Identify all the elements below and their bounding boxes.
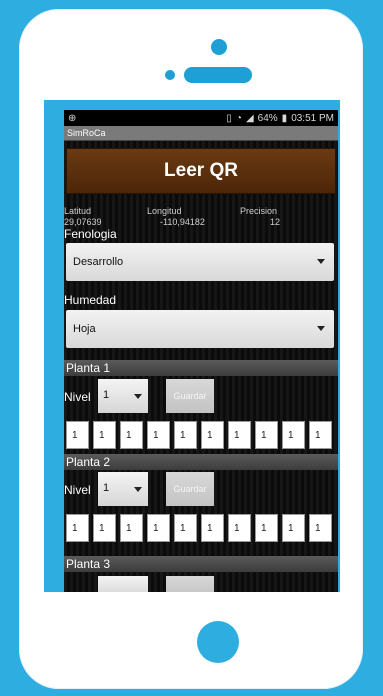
planta-2-nivel-value: 1 (103, 482, 110, 494)
planta-1-nivel-select[interactable]: 1 (98, 379, 148, 413)
fenologia-label: Fenologia (64, 227, 117, 241)
planta-1-value-input[interactable]: 1 (174, 421, 197, 449)
planta-2-value-input[interactable]: 1 (228, 514, 251, 542)
gps-icon: ⊕ (68, 112, 77, 124)
planta-1-save-button[interactable]: Guardar (166, 379, 214, 413)
dropdown-arrow-icon (134, 394, 142, 399)
planta-2-value-input[interactable]: 1 (66, 514, 89, 542)
planta-3-save-button[interactable] (166, 576, 214, 592)
planta-3-nivel-select[interactable] (98, 576, 148, 592)
planta-1-value-input[interactable]: 1 (201, 421, 224, 449)
app-screen: ⊕ ▯ ◔ ◢ 64% ▮ 03:51 PM SimRoCa Leer QR L… (64, 110, 338, 592)
planta-2-value-input[interactable]: 1 (255, 514, 278, 542)
status-bar: ⊕ ▯ ◔ ◢ 64% ▮ 03:51 PM (64, 110, 338, 126)
fenologia-select[interactable]: Desarrollo (66, 243, 334, 281)
app-title: SimRoCa (64, 126, 338, 141)
home-button[interactable] (197, 621, 239, 663)
vibrate-icon: ▯ (226, 112, 232, 124)
planta-1-value-input[interactable]: 1 (228, 421, 251, 449)
planta-2-values: 1 1 1 1 1 1 1 1 1 1 (66, 514, 332, 542)
dropdown-arrow-icon (317, 326, 325, 331)
planta-3-header: Planta 3 (64, 556, 338, 572)
wifi-icon: ◔ (235, 112, 242, 124)
humedad-label: Humedad (64, 293, 117, 307)
planta-2-value-input[interactable]: 1 (174, 514, 197, 542)
planta-2-nivel-select[interactable]: 1 (98, 472, 148, 506)
planta-2-value-input[interactable]: 1 (201, 514, 224, 542)
battery-icon: ▮ (281, 112, 288, 124)
planta-1-value-input[interactable]: 1 (66, 421, 89, 449)
battery-percent: 64% (257, 112, 278, 124)
longitude-value: -110,94182 (160, 217, 205, 227)
planta-1-nivel-label: Nivel (64, 390, 91, 404)
planta-1-value-input[interactable]: 1 (282, 421, 305, 449)
planta-1-value-input[interactable]: 1 (93, 421, 116, 449)
precision-label: Precision (240, 206, 278, 216)
camera-icon (211, 39, 227, 55)
latitude-value: 29,07639 (64, 217, 102, 227)
longitude-label: Longitud (147, 206, 182, 216)
sensor-icon (165, 70, 175, 80)
planta-2-value-input[interactable]: 1 (309, 514, 332, 542)
precision-value: 12 (270, 217, 281, 227)
dropdown-arrow-icon (317, 259, 325, 264)
planta-2-value-input[interactable]: 1 (120, 514, 143, 542)
planta-2-header: Planta 2 (64, 454, 338, 470)
planta-2-save-button[interactable]: Guardar (166, 472, 214, 506)
signal-icon: ◢ (245, 112, 254, 124)
scan-qr-button[interactable]: Leer QR (66, 148, 336, 194)
planta-2-value-input[interactable]: 1 (282, 514, 305, 542)
planta-1-value-input[interactable]: 1 (255, 421, 278, 449)
planta-2-nivel-label: Nivel (64, 483, 91, 497)
planta-1-value-input[interactable]: 1 (147, 421, 170, 449)
planta-1-value-input[interactable]: 1 (120, 421, 143, 449)
planta-1-values: 1 1 1 1 1 1 1 1 1 1 (66, 421, 332, 449)
speaker-grille (184, 67, 252, 83)
planta-1-nivel-value: 1 (103, 389, 110, 401)
latitude-label: Latitud (64, 206, 92, 216)
fenologia-value: Desarrollo (73, 256, 124, 268)
humedad-value: Hoja (73, 323, 96, 335)
planta-1-value-input[interactable]: 1 (309, 421, 332, 449)
planta-2-value-input[interactable]: 1 (93, 514, 116, 542)
phone-screen: ⊕ ▯ ◔ ◢ 64% ▮ 03:51 PM SimRoCa Leer QR L… (44, 100, 340, 592)
dropdown-arrow-icon (134, 487, 142, 492)
humedad-select[interactable]: Hoja (66, 310, 334, 348)
planta-1-header: Planta 1 (64, 360, 338, 376)
planta-2-value-input[interactable]: 1 (147, 514, 170, 542)
clock: 03:51 PM (291, 112, 334, 124)
